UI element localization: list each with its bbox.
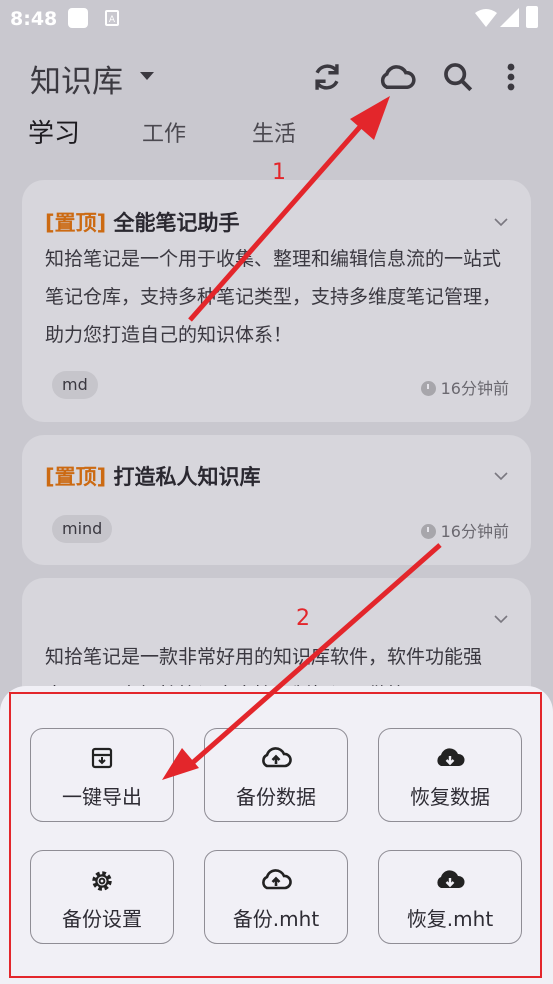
note-body: 知拾笔记是一个用于收集、整理和编辑信息流的一站式笔记仓库，支持多种笔记类型，支持… <box>45 248 502 346</box>
button-label: 恢复数据 <box>410 785 490 809</box>
sim-icon: A <box>105 10 119 26</box>
gear-icon <box>92 871 112 891</box>
clock-icon <box>420 381 436 396</box>
note-title-text: 全能笔记助手 <box>113 211 240 235</box>
note-card[interactable]: [置顶] 打造私人知识库 mind 16分钟前 <box>22 435 531 565</box>
restore-data-button[interactable]: 恢复数据 <box>378 728 522 822</box>
button-label: 恢复.mht <box>406 907 494 931</box>
note-time-text: 16分钟前 <box>440 379 509 398</box>
note-tag[interactable]: md <box>52 371 98 399</box>
status-time: 8:48 <box>10 8 58 30</box>
dropdown-caret-icon[interactable] <box>140 72 154 80</box>
backup-mht-button[interactable]: 备份.mht <box>204 850 348 944</box>
backup-sheet: 一键导出 备份数据 恢复数据 备份设置 备份.mht 恢复.mht <box>0 686 553 984</box>
pin-label: [置顶] <box>45 465 107 489</box>
tab-bar: 学习 工作 生活 <box>0 112 553 156</box>
note-card[interactable]: [置顶] 全能笔记助手 知拾笔记是一个用于收集、整理和编辑信息流的一站式笔记仓库… <box>22 180 531 422</box>
page-title[interactable]: 知识库 <box>30 56 123 101</box>
annotation-step-2: 2 <box>296 606 310 631</box>
tab-work[interactable]: 工作 <box>142 116 186 148</box>
button-label: 备份.mht <box>232 907 320 931</box>
note-title: [置顶] 全能笔记助手 <box>45 207 240 237</box>
note-timestamp: 16分钟前 <box>420 518 509 542</box>
backup-settings-button[interactable]: 备份设置 <box>30 850 174 944</box>
pin-label: [置顶] <box>45 211 107 235</box>
one-click-export-button[interactable]: 一键导出 <box>30 728 174 822</box>
note-timestamp: 16分钟前 <box>420 375 509 399</box>
more-vert-icon[interactable] <box>494 60 528 94</box>
archive-icon <box>91 747 113 769</box>
chevron-down-icon[interactable] <box>493 214 509 230</box>
note-title-text: 打造私人知识库 <box>113 465 261 489</box>
annotation-step-1: 1 <box>272 160 286 185</box>
button-label: 一键导出 <box>62 785 142 809</box>
notification-icon <box>68 8 88 28</box>
battery-icon <box>526 6 538 28</box>
app-bar: 知识库 <box>0 50 553 104</box>
clock-icon <box>420 524 436 539</box>
tab-study[interactable]: 学习 <box>28 113 80 150</box>
cloud-icon[interactable] <box>378 60 416 94</box>
chevron-down-icon[interactable] <box>493 611 509 627</box>
backup-data-button[interactable]: 备份数据 <box>204 728 348 822</box>
button-label: 备份设置 <box>62 907 142 931</box>
signal-icon <box>500 8 519 27</box>
search-icon[interactable] <box>441 60 475 94</box>
status-bar: 8:48 A <box>0 0 553 36</box>
sync-icon[interactable] <box>310 60 344 94</box>
note-time-text: 16分钟前 <box>440 522 509 541</box>
restore-mht-button[interactable]: 恢复.mht <box>378 850 522 944</box>
cloud-upload-icon <box>262 747 292 768</box>
note-tag[interactable]: mind <box>52 515 113 543</box>
cloud-upload-icon <box>262 869 292 890</box>
note-title: [置顶] 打造私人知识库 <box>45 461 261 491</box>
cloud-download-icon <box>437 748 465 766</box>
chevron-down-icon[interactable] <box>493 468 509 484</box>
wifi-icon <box>475 9 497 27</box>
button-label: 备份数据 <box>236 785 316 809</box>
cloud-download-icon <box>437 870 465 888</box>
tab-life[interactable]: 生活 <box>252 116 296 148</box>
